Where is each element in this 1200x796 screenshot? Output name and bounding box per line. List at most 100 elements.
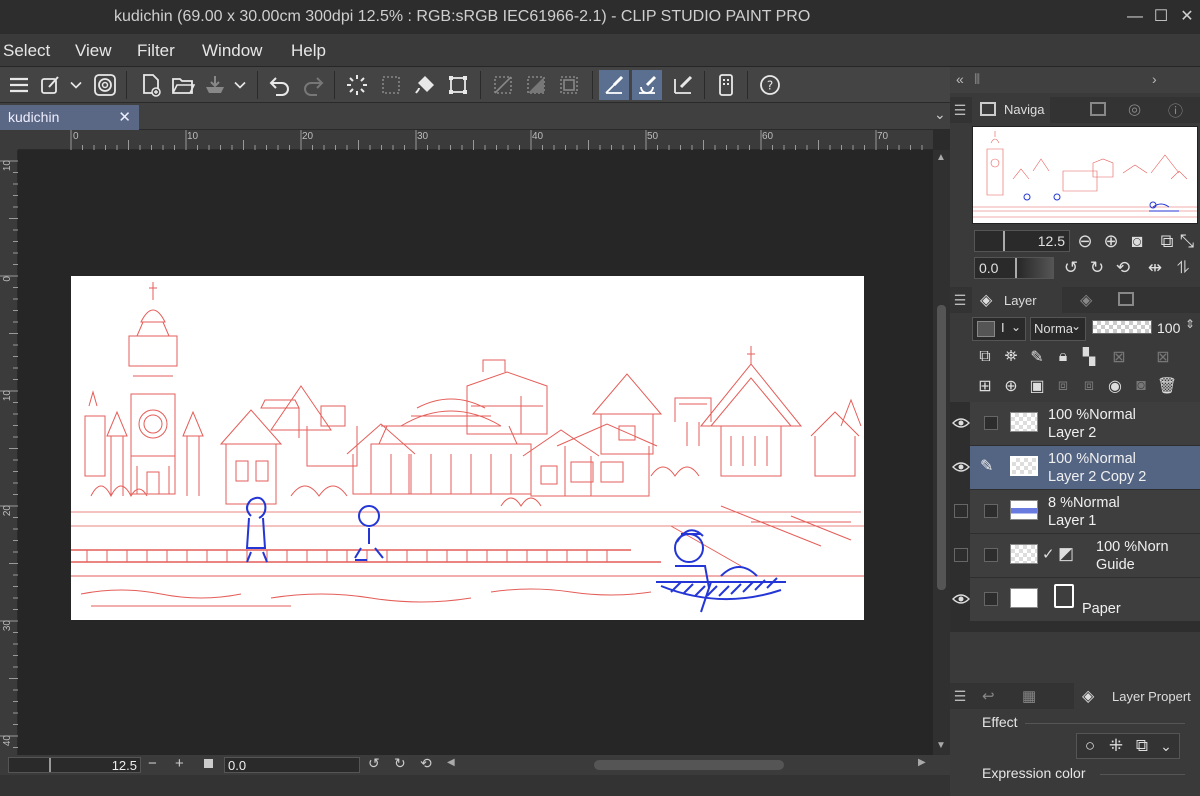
animation-cels-icon[interactable] bbox=[1118, 292, 1134, 306]
rotate-left-icon[interactable]: ↺ bbox=[368, 755, 380, 772]
visibility-toggle-off[interactable] bbox=[954, 504, 968, 518]
merge-down-icon[interactable]: ⧈ bbox=[1078, 375, 1100, 397]
layer-row[interactable]: 100 %Normal Layer 2 bbox=[952, 402, 1200, 446]
new-raster-layer-icon[interactable]: ⊞ bbox=[974, 375, 996, 397]
layer-row[interactable]: ✓ ◩ 100 %Norn Guide bbox=[954, 534, 1200, 578]
menu-filter[interactable]: Filter bbox=[137, 41, 175, 61]
apply-mask-icon[interactable]: ◙ bbox=[1130, 375, 1152, 397]
info-icon[interactable]: ⓘ bbox=[1168, 100, 1183, 121]
reset-rotation-icon[interactable]: ⟲ bbox=[420, 755, 432, 772]
layer-lock-toggle[interactable] bbox=[984, 592, 998, 606]
undo-icon[interactable] bbox=[265, 70, 295, 100]
lock-icon[interactable]: 🔒︎ bbox=[1052, 346, 1074, 368]
fit-screen-button[interactable] bbox=[204, 759, 213, 768]
trash-icon[interactable]: 🗑︎ bbox=[1156, 375, 1178, 397]
tab-navigator[interactable]: Naviga bbox=[972, 97, 1050, 123]
scroll-right-icon[interactable]: ▶ bbox=[918, 757, 926, 768]
history-icon[interactable]: ↩ bbox=[982, 687, 995, 705]
hide-selection-icon[interactable] bbox=[488, 70, 518, 100]
opacity-slider[interactable] bbox=[1092, 320, 1152, 334]
help-icon[interactable]: ? bbox=[755, 70, 785, 100]
rotate-right-icon[interactable]: ↻ bbox=[1086, 257, 1108, 279]
minimize-button[interactable]: — bbox=[1122, 4, 1148, 30]
layer-color-dropdown[interactable]: I ⌄ bbox=[972, 317, 1026, 341]
tab-list-dropdown[interactable]: ⌄ bbox=[934, 106, 946, 123]
navigator-preview[interactable] bbox=[972, 126, 1198, 224]
layer-row[interactable]: Paper bbox=[952, 578, 1200, 622]
layer-mask-icon[interactable]: ◉ bbox=[1104, 375, 1126, 397]
menu-select[interactable]: Select bbox=[3, 41, 50, 61]
reset-rotation-icon[interactable]: ⟲ bbox=[1112, 257, 1134, 279]
opacity-stepper[interactable]: ⇕ bbox=[1185, 317, 1195, 331]
vertical-ruler[interactable]: 10 0 10 20 30 40 bbox=[0, 150, 18, 755]
selection-frame-icon[interactable] bbox=[554, 70, 584, 100]
fit-icon[interactable]: ◙ bbox=[1126, 230, 1148, 252]
chevron-down-icon[interactable] bbox=[230, 70, 250, 100]
scroll-down-icon[interactable]: ▼ bbox=[936, 740, 946, 751]
canvas-paper[interactable] bbox=[71, 276, 864, 620]
visibility-toggle-off[interactable] bbox=[954, 548, 968, 562]
reference-layer-icon[interactable]: ⛯ bbox=[1000, 346, 1022, 368]
timeline-icon[interactable]: ▦ bbox=[1022, 687, 1036, 705]
scroll-up-icon[interactable]: ▲ bbox=[936, 152, 946, 163]
layer-row-selected[interactable]: ✎ 100 %Normal Layer 2 Copy 2 bbox=[952, 446, 1200, 490]
rotation-slider[interactable]: 0.0 bbox=[224, 757, 360, 773]
redo-icon[interactable] bbox=[298, 70, 328, 100]
layer-search-icon[interactable]: ◈ bbox=[1080, 290, 1092, 310]
eye-icon[interactable] bbox=[952, 590, 970, 608]
border-effect-icon[interactable]: ○ bbox=[1079, 735, 1101, 757]
tone-effect-icon[interactable]: ⁜ bbox=[1105, 735, 1127, 757]
layer-lock-toggle[interactable] bbox=[984, 504, 998, 518]
new-vector-layer-icon[interactable]: ⊕ bbox=[1000, 375, 1022, 397]
snap-to-ruler-icon[interactable] bbox=[599, 70, 629, 100]
close-tab-icon[interactable]: ✕ bbox=[118, 108, 131, 126]
new-file-icon[interactable] bbox=[136, 70, 166, 100]
item-bank-icon[interactable]: ◎ bbox=[1128, 100, 1141, 118]
scroll-left-icon[interactable]: ◀ bbox=[447, 757, 455, 768]
tab-layer[interactable]: ◈ Layer bbox=[972, 287, 1062, 313]
hamburger-menu-icon[interactable] bbox=[4, 70, 34, 100]
clip-to-layer-icon[interactable]: ⧉ bbox=[974, 346, 996, 368]
navigator-zoom-slider[interactable]: 12.5 bbox=[974, 230, 1070, 252]
panel-menu-icon[interactable]: ☰ bbox=[950, 287, 970, 313]
ruler-display-icon[interactable]: ⊠ bbox=[1152, 346, 1174, 368]
draft-layer-icon[interactable]: ✎ bbox=[1026, 346, 1048, 368]
transform-icon[interactable] bbox=[443, 70, 473, 100]
loading-spinner-icon[interactable] bbox=[342, 70, 372, 100]
subview-icon[interactable] bbox=[1090, 102, 1106, 116]
menu-view[interactable]: View bbox=[75, 41, 112, 61]
fit-navigator-icon[interactable]: ⧉ bbox=[1156, 230, 1178, 252]
rotate-left-icon[interactable]: ↺ bbox=[1060, 257, 1082, 279]
expand-panel-icon[interactable]: › bbox=[1152, 71, 1157, 87]
canvas-area[interactable] bbox=[18, 150, 933, 755]
transfer-down-icon[interactable]: ⧈ bbox=[1052, 375, 1074, 397]
chevron-down-icon[interactable] bbox=[66, 70, 86, 100]
clip-studio-logo-icon[interactable] bbox=[90, 70, 120, 100]
save-icon[interactable] bbox=[200, 70, 230, 100]
horizontal-scroll-thumb[interactable] bbox=[594, 760, 784, 770]
opacity-value[interactable]: 100 bbox=[1157, 320, 1180, 336]
close-button[interactable]: ✕ bbox=[1174, 4, 1200, 30]
zoom-in-button[interactable]: + bbox=[175, 755, 184, 772]
document-tab[interactable]: kudichin ✕ bbox=[0, 105, 139, 130]
zoom-out-button[interactable]: − bbox=[148, 755, 157, 772]
tab-layer-property[interactable]: ◈ Layer Propert bbox=[1074, 683, 1200, 709]
eye-icon[interactable] bbox=[952, 458, 970, 476]
blend-mode-dropdown[interactable]: Norma ⌄ bbox=[1030, 317, 1086, 341]
vertical-scroll-thumb[interactable] bbox=[937, 305, 946, 590]
smartphone-icon[interactable] bbox=[711, 70, 741, 100]
fill-bucket-icon[interactable] bbox=[410, 70, 440, 100]
flip-horizontal-icon[interactable]: ⇹ bbox=[1144, 257, 1166, 279]
layer-lock-toggle[interactable] bbox=[984, 548, 998, 562]
flip-vertical-icon[interactable]: ⥮ bbox=[1172, 257, 1194, 279]
panel-menu-icon[interactable]: ☰ bbox=[950, 683, 970, 709]
collapse-panel-icon[interactable]: « bbox=[956, 71, 964, 87]
eye-icon[interactable] bbox=[952, 414, 970, 432]
navigator-rotation-slider[interactable]: 0.0 bbox=[974, 257, 1054, 279]
lock-transparency-icon[interactable]: ▚ bbox=[1078, 346, 1100, 368]
menu-help[interactable]: Help bbox=[291, 41, 326, 61]
vertical-scrollbar[interactable]: ▲ ▼ bbox=[933, 150, 950, 755]
zoom-in-icon[interactable]: ⊕ bbox=[1100, 230, 1122, 252]
invert-selection-icon[interactable] bbox=[521, 70, 551, 100]
panel-menu-icon[interactable]: ☰ bbox=[950, 97, 970, 123]
